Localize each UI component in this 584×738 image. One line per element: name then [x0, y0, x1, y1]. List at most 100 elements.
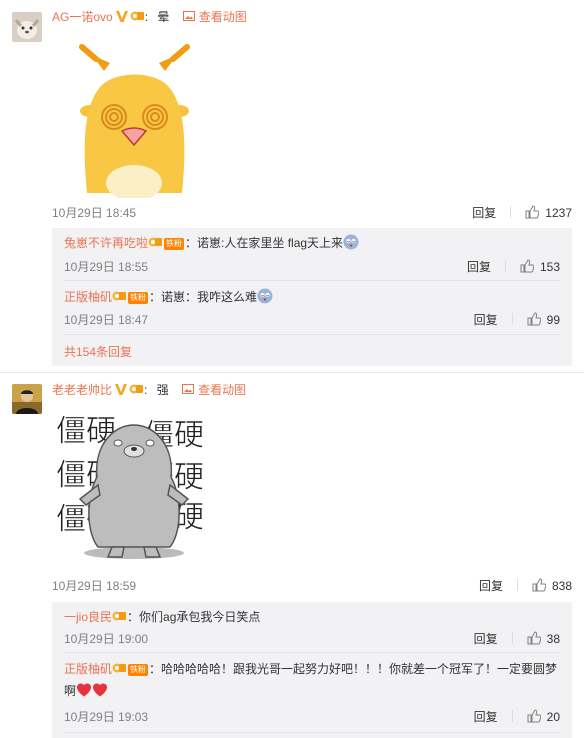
divider — [511, 313, 513, 325]
view-gif-link[interactable]: 查看动图 — [182, 10, 247, 24]
colon: ： — [185, 236, 198, 250]
like-count: 38 — [546, 632, 560, 646]
username-link[interactable]: 正版柚矶 — [64, 290, 112, 304]
fan-badge: 铁粉 — [164, 238, 185, 250]
comment-actions: 回复 1237 — [472, 205, 572, 221]
reply-button[interactable]: 回复 — [479, 579, 503, 593]
username-link[interactable]: 兔崽不许再吃啦 — [64, 236, 148, 250]
fan-badge: 铁粉 — [128, 664, 149, 676]
like-count: 99 — [546, 313, 560, 327]
reply-actions: 回复 99 — [474, 312, 560, 328]
divider — [516, 579, 518, 591]
username-link[interactable]: 正版柚矶 — [64, 662, 112, 676]
reply-item: 正版柚矶 铁粉 ：哈哈哈哈哈！跟我光哥一起努力好吧！！！你就差一个冠军了！一定要圆梦 — [64, 660, 557, 678]
reply-text: 诺崽:人在家里坐 flag天上来 — [197, 236, 344, 250]
dizzy-emoji-icon — [257, 288, 273, 304]
reply-text: 诺崽：我咋这么难 — [161, 290, 258, 304]
reply-button[interactable]: 回复 — [472, 206, 496, 220]
like-button[interactable]: 1237 — [525, 206, 572, 220]
reply-button[interactable]: 回复 — [467, 260, 491, 274]
colon: ： — [149, 662, 162, 676]
view-gif-label: 查看动图 — [198, 383, 247, 397]
comment-header: AG一诺ovo: 晕 查看动图 — [52, 8, 247, 26]
verified-icon — [114, 382, 128, 396]
reply-item: 一jio良民 ：你们ag承包我今日笑点 — [64, 608, 260, 626]
avatar[interactable] — [12, 12, 42, 42]
comment-timestamp: 10月29日 18:45 — [52, 206, 137, 220]
username-link[interactable]: AG一诺ovo — [52, 10, 113, 24]
reply-timestamp: 10月29日 18:55 — [64, 260, 149, 274]
reply-timestamp: 10月29日 19:03 — [64, 710, 149, 724]
like-button[interactable]: 38 — [527, 632, 560, 646]
more-replies-link[interactable]: 共154条回复 — [64, 343, 132, 361]
like-button[interactable]: 20 — [527, 710, 560, 724]
reply-actions: 回复 20 — [474, 709, 560, 725]
colon: : — [144, 383, 148, 397]
thumbs-up-icon — [527, 631, 541, 645]
reply-text-continued: 啊 — [64, 682, 108, 700]
comment-actions: 回复 838 — [479, 578, 572, 594]
thumbs-up-icon — [532, 578, 546, 592]
like-button[interactable]: 99 — [527, 313, 560, 327]
dizzy-emoji-icon — [343, 234, 359, 250]
reply-text-end: 啊 — [64, 684, 77, 698]
thumbs-up-icon — [520, 259, 534, 273]
reply-timestamp: 10月29日 18:47 — [64, 313, 149, 327]
comment-item: AG一诺ovo: 晕 查看动图 10月29日 18:45 回复 1237 兔崽不许… — [0, 0, 584, 372]
avatar[interactable] — [12, 384, 42, 414]
reply-item: 正版柚矶 铁粉 ：诺崽：我咋这么难 — [64, 288, 273, 306]
like-button[interactable]: 153 — [520, 260, 560, 274]
thumbs-up-icon — [527, 709, 541, 723]
colon: : — [144, 10, 149, 24]
like-button[interactable]: 838 — [532, 579, 572, 593]
fan-badge: 铁粉 — [128, 292, 149, 304]
thumbs-up-icon — [525, 205, 539, 219]
reply-divider — [64, 732, 560, 733]
like-count: 153 — [539, 260, 560, 274]
heart-icon — [76, 682, 92, 698]
comment-text: 晕 — [157, 10, 170, 24]
image-icon — [182, 11, 195, 21]
like-count: 1237 — [545, 206, 572, 220]
member-level-icon — [112, 290, 126, 302]
username-link[interactable]: 一jio良民 — [64, 610, 112, 624]
reply-timestamp: 10月29日 19:00 — [64, 632, 149, 646]
reply-list: 一jio良民 ：你们ag承包我今日笑点 10月29日 19:00 回复 38 正版柚… — [52, 602, 572, 738]
colon: ： — [149, 290, 162, 304]
reply-divider — [64, 280, 560, 281]
reply-button[interactable]: 回复 — [474, 632, 498, 646]
reply-item: 兔崽不许再吃啦 铁粉 ：诺崽:人在家里坐 flag天上来 — [64, 234, 359, 252]
comment-text: 强 — [156, 383, 169, 397]
member-level-icon — [129, 383, 143, 395]
heart-icon — [92, 682, 108, 698]
member-level-icon — [112, 662, 126, 674]
reply-button[interactable]: 回复 — [474, 710, 498, 724]
reply-text: 哈哈哈哈哈！跟我光哥一起努力好吧！！！你就差一个冠军了！一定要圆梦 — [161, 662, 558, 676]
thumbs-up-icon — [527, 312, 541, 326]
reply-list: 兔崽不许再吃啦 铁粉 ：诺崽:人在家里坐 flag天上来 10月29日 18:55 … — [52, 228, 572, 366]
reply-divider — [64, 334, 560, 335]
view-gif-label: 查看动图 — [198, 10, 247, 24]
view-gif-link[interactable]: 查看动图 — [182, 383, 246, 397]
reply-button[interactable]: 回复 — [474, 313, 498, 327]
reply-actions: 回复 38 — [474, 631, 560, 647]
username-link[interactable]: 老老老帅比 — [52, 383, 112, 397]
member-level-icon — [130, 10, 144, 22]
colon: ： — [127, 610, 140, 624]
member-level-icon — [148, 236, 162, 248]
comment-image[interactable]: 僵硬 僵硬 僵硬 僵硬 僵硬 僵硬 — [52, 407, 217, 572]
reply-actions: 回复 153 — [467, 259, 560, 275]
reply-divider — [64, 652, 560, 653]
like-count: 20 — [546, 710, 560, 724]
comment-item: 老老老帅比: 强 查看动图 僵硬 僵硬 僵硬 僵硬 僵硬 僵硬 10月29日 1… — [0, 372, 584, 738]
divider — [510, 206, 512, 218]
divider — [504, 260, 506, 272]
comment-timestamp: 10月29日 18:59 — [52, 579, 137, 593]
comment-header: 老老老帅比: 强 查看动图 — [52, 381, 246, 399]
divider — [511, 710, 513, 722]
reply-text: 你们ag承包我今日笑点 — [139, 610, 261, 624]
divider — [511, 632, 513, 644]
comment-image[interactable] — [52, 33, 217, 201]
member-level-icon — [112, 610, 126, 622]
verified-icon — [115, 9, 129, 23]
